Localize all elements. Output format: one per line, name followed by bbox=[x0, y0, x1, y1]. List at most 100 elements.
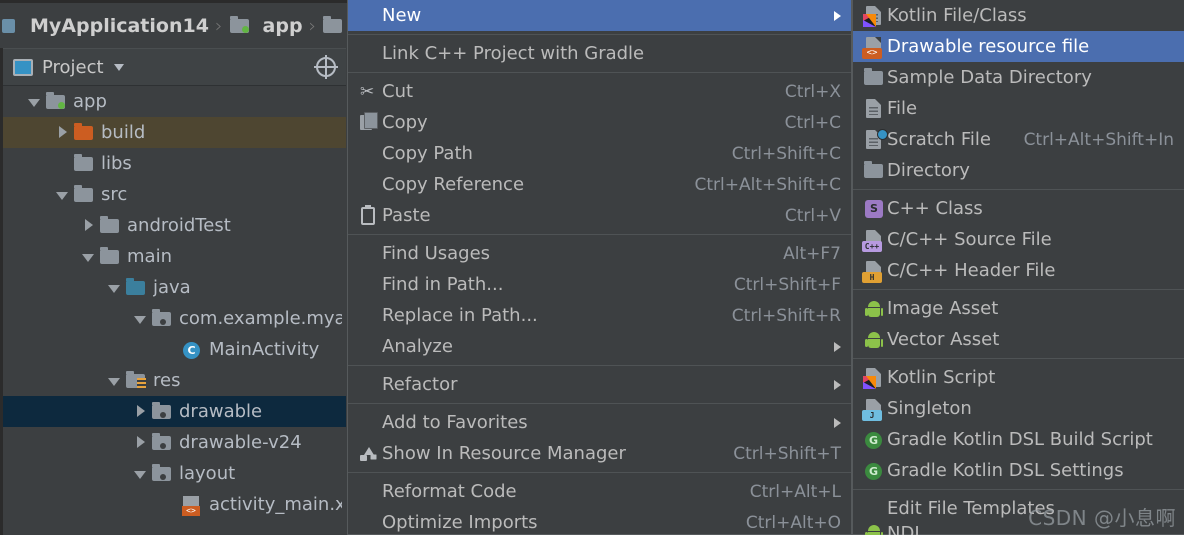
menu-item-link-cpp-project[interactable]: Link C++ Project with Gradle bbox=[348, 38, 851, 69]
blank-icon bbox=[356, 481, 382, 503]
menu-item-find-usages[interactable]: Find Usages Alt+F7 bbox=[348, 238, 851, 269]
menu-item-reformat-code[interactable]: Reformat Code Ctrl+Alt+L bbox=[348, 476, 851, 507]
tree-item-libs[interactable]: libs bbox=[3, 148, 346, 179]
submenu-item-cpp-source-file[interactable]: C++ C/C++ Source File bbox=[853, 224, 1184, 255]
menu-item-label: Reformat Code bbox=[382, 481, 517, 502]
file-icon bbox=[861, 98, 887, 120]
tree-item-res[interactable]: res bbox=[3, 365, 346, 396]
tree-item-drawable[interactable]: drawable bbox=[3, 396, 346, 427]
menu-item-find-in-path[interactable]: Find in Path... Ctrl+Shift+F bbox=[348, 269, 851, 300]
menu-item-shortcut: Ctrl+Shift+R bbox=[731, 305, 841, 326]
kotlin-script-icon bbox=[861, 367, 887, 389]
chevron-down-icon[interactable] bbox=[113, 63, 124, 71]
chevron-down-icon[interactable] bbox=[134, 471, 146, 479]
menu-item-show-in-resource-manager[interactable]: Show In Resource Manager Ctrl+Shift+T bbox=[348, 438, 851, 469]
submenu-item-label: Directory bbox=[887, 160, 970, 181]
breadcrumb-item-src[interactable]: src bbox=[322, 15, 349, 37]
tree-item-label: drawable-v24 bbox=[179, 432, 302, 453]
tree-item-androidtest[interactable]: androidTest bbox=[3, 210, 346, 241]
tree-item-label: res bbox=[153, 370, 181, 391]
chevron-right-icon[interactable] bbox=[59, 126, 67, 138]
tree-item-label: layout bbox=[179, 463, 236, 484]
target-icon[interactable] bbox=[314, 55, 338, 79]
submenu-item-directory[interactable]: Directory bbox=[853, 155, 1184, 186]
menu-item-cut[interactable]: ✂ Cut Ctrl+X bbox=[348, 76, 851, 107]
submenu-item-sample-data-directory[interactable]: Sample Data Directory bbox=[853, 62, 1184, 93]
tree-item-mainactivity[interactable]: C MainActivity bbox=[3, 334, 346, 365]
chevron-down-icon[interactable] bbox=[82, 254, 94, 262]
submenu-arrow-icon bbox=[834, 379, 841, 390]
breadcrumb-item-module[interactable]: MyApplication14 bbox=[2, 15, 209, 37]
submenu-item-edit-file-templates[interactable]: Edit File Templates bbox=[853, 493, 1184, 524]
menu-item-new[interactable]: New bbox=[348, 0, 851, 31]
submenu-item-cpp-header-file[interactable]: H C/C++ Header File bbox=[853, 255, 1184, 286]
tree-item-main[interactable]: main bbox=[3, 241, 346, 272]
menu-item-label: New bbox=[382, 5, 422, 26]
context-menu[interactable]: New Link C++ Project with Gradle ✂ Cut C… bbox=[347, 0, 852, 535]
menu-item-label: Paste bbox=[382, 205, 431, 226]
menu-separator bbox=[348, 34, 851, 35]
menu-item-refactor[interactable]: Refactor bbox=[348, 369, 851, 400]
menu-separator bbox=[348, 472, 851, 473]
submenu-item-scratch-file[interactable]: Scratch File Ctrl+Alt+Shift+In bbox=[853, 124, 1184, 155]
gradle-icon: G bbox=[861, 460, 887, 482]
project-tree[interactable]: app build libs src androidTest main java… bbox=[3, 86, 346, 535]
xml-layout-icon bbox=[181, 495, 203, 516]
tree-item-drawable-v24[interactable]: drawable-v24 bbox=[3, 427, 346, 458]
tree-item-java[interactable]: java bbox=[3, 272, 346, 303]
menu-separator bbox=[348, 365, 851, 366]
tree-item-build[interactable]: build bbox=[3, 117, 346, 148]
chevron-down-icon[interactable] bbox=[108, 378, 120, 386]
blank-icon bbox=[356, 305, 382, 327]
chevron-right-icon[interactable] bbox=[85, 219, 93, 231]
submenu-item-singleton[interactable]: J Singleton bbox=[853, 393, 1184, 424]
xml-drawable-icon: <> bbox=[861, 36, 887, 59]
chevron-down-icon[interactable] bbox=[56, 192, 68, 200]
screenshot-root: MyApplication14 › app › src › Project bbox=[0, 0, 1184, 535]
android-icon bbox=[861, 298, 887, 320]
submenu-item-ndl[interactable]: NDL bbox=[853, 524, 1184, 535]
tree-item-label: com.example.mya bbox=[179, 308, 342, 329]
menu-item-analyze[interactable]: Analyze bbox=[348, 331, 851, 362]
menu-item-copy-reference[interactable]: Copy Reference Ctrl+Alt+Shift+C bbox=[348, 169, 851, 200]
tree-item-package[interactable]: com.example.mya bbox=[3, 303, 346, 334]
menu-item-replace-in-path[interactable]: Replace in Path... Ctrl+Shift+R bbox=[348, 300, 851, 331]
submenu-item-drawable-resource-file[interactable]: <> Drawable resource file bbox=[853, 31, 1184, 62]
submenu-item-vector-asset[interactable]: Vector Asset bbox=[853, 324, 1184, 355]
menu-item-label: Add to Favorites bbox=[382, 412, 528, 433]
tree-item-layout[interactable]: layout bbox=[3, 458, 346, 489]
menu-item-shortcut: Alt+F7 bbox=[783, 243, 841, 264]
chevron-down-icon[interactable] bbox=[28, 99, 40, 107]
tree-item-app[interactable]: app bbox=[3, 86, 346, 117]
submenu-item-gradle-kotlin-dsl-settings[interactable]: G Gradle Kotlin DSL Settings bbox=[853, 455, 1184, 486]
menu-item-copy-path[interactable]: Copy Path Ctrl+Shift+C bbox=[348, 138, 851, 169]
folder-blue-icon bbox=[125, 277, 147, 298]
menu-item-add-to-favorites[interactable]: Add to Favorites bbox=[348, 407, 851, 438]
chevron-right-icon[interactable] bbox=[137, 405, 145, 417]
menu-separator bbox=[348, 234, 851, 235]
chevron-down-icon[interactable] bbox=[134, 316, 146, 324]
menu-item-optimize-imports[interactable]: Optimize Imports Ctrl+Alt+O bbox=[348, 507, 851, 535]
breadcrumb-label: app bbox=[262, 14, 303, 37]
chevron-down-icon[interactable] bbox=[108, 285, 120, 293]
tree-item-src[interactable]: src bbox=[3, 179, 346, 210]
menu-separator bbox=[348, 72, 851, 73]
menu-item-paste[interactable]: Paste Ctrl+V bbox=[348, 200, 851, 231]
android-icon bbox=[861, 329, 887, 351]
submenu-item-image-asset[interactable]: Image Asset bbox=[853, 293, 1184, 324]
tree-item-label: java bbox=[153, 277, 191, 298]
new-submenu[interactable]: Kotlin File/Class <> Drawable resource f… bbox=[852, 0, 1184, 535]
submenu-item-gradle-kotlin-dsl-build-script[interactable]: G Gradle Kotlin DSL Build Script bbox=[853, 424, 1184, 455]
submenu-item-cpp-class[interactable]: S C++ Class bbox=[853, 193, 1184, 224]
breadcrumb[interactable]: MyApplication14 › app › src › bbox=[0, 3, 349, 48]
submenu-item-kotlin-file-class[interactable]: Kotlin File/Class bbox=[853, 0, 1184, 31]
menu-item-label: Find in Path... bbox=[382, 274, 504, 295]
submenu-item-kotlin-script[interactable]: Kotlin Script bbox=[853, 362, 1184, 393]
menu-item-copy[interactable]: Copy Ctrl+C bbox=[348, 107, 851, 138]
chevron-right-icon[interactable] bbox=[137, 436, 145, 448]
submenu-item-file[interactable]: File bbox=[853, 93, 1184, 124]
tree-item-activity-main-xml[interactable]: activity_main.x bbox=[3, 489, 346, 520]
submenu-item-label: Gradle Kotlin DSL Build Script bbox=[887, 429, 1153, 450]
breadcrumb-item-app[interactable]: app bbox=[229, 15, 303, 37]
tree-item-label: build bbox=[101, 122, 146, 143]
